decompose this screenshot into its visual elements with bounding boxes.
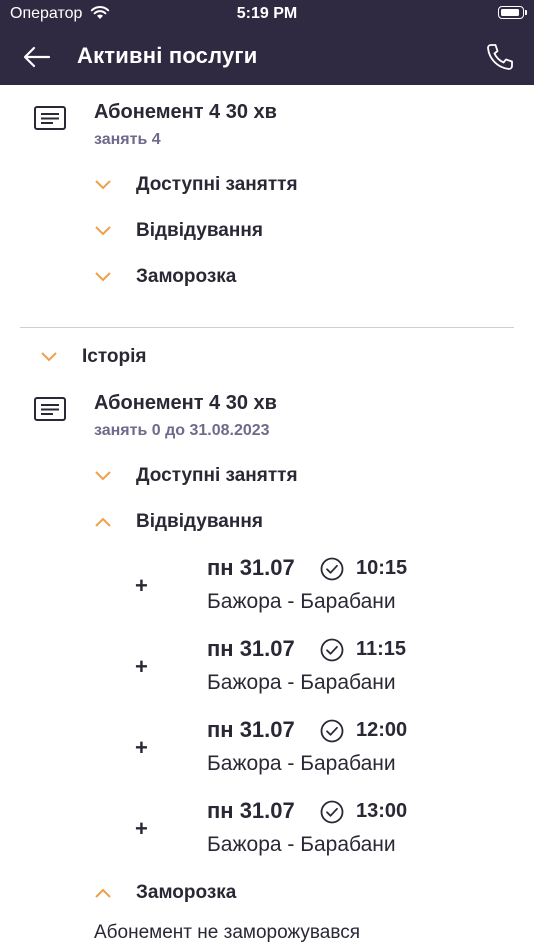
section-freeze[interactable]: Заморозка: [94, 262, 236, 292]
freeze-note: Абонемент не заморожувався: [94, 922, 360, 943]
expand-plus-icon[interactable]: +: [135, 573, 148, 599]
section-available-classes[interactable]: Доступні заняття: [94, 170, 298, 200]
navigation-bar: Активні послуги: [0, 28, 534, 85]
history-section-freeze[interactable]: Заморозка: [94, 878, 236, 908]
battery-icon: [498, 6, 527, 19]
history-subscription-title: Абонемент 4 30 хв: [94, 392, 277, 414]
section-label: Відвідування: [136, 511, 263, 532]
section-label: Доступні заняття: [136, 174, 298, 195]
visit-time: 12:00: [356, 719, 408, 741]
chevron-down-icon: [41, 352, 57, 362]
history-toggle[interactable]: Історія: [40, 342, 146, 372]
chevron-up-icon: [95, 888, 111, 898]
chevron-down-icon: [95, 272, 111, 282]
expand-plus-icon[interactable]: +: [135, 816, 148, 842]
chevron-up-icon: [95, 517, 111, 527]
expand-plus-icon[interactable]: +: [135, 654, 148, 680]
visit-name: Бажора - Барабани: [207, 590, 396, 613]
check-circle-icon: [320, 800, 344, 824]
section-label: Доступні заняття: [136, 465, 298, 486]
history-section-visits[interactable]: Відвідування: [94, 507, 263, 537]
visit-date: пн 31.07: [207, 555, 295, 580]
visit-date: пн 31.07: [207, 798, 295, 823]
subscription-info: занять 4: [94, 131, 161, 148]
document-icon: [34, 106, 66, 130]
visit-time: 13:00: [356, 800, 408, 822]
history-section-available-classes[interactable]: Доступні заняття: [94, 461, 298, 491]
check-circle-icon: [320, 719, 344, 743]
expand-plus-icon[interactable]: +: [135, 735, 148, 761]
page-title: Активні послуги: [77, 43, 258, 68]
visit-date: пн 31.07: [207, 717, 295, 742]
check-circle-icon: [320, 557, 344, 581]
visit-time: 11:15: [356, 638, 407, 660]
status-bar: Оператор 5:19 PM: [0, 0, 534, 28]
history-label: Історія: [82, 346, 147, 367]
section-label: Заморозка: [136, 266, 237, 287]
visit-name: Бажора - Барабани: [207, 752, 396, 775]
chevron-down-icon: [95, 226, 111, 236]
section-visits[interactable]: Відвідування: [94, 216, 263, 246]
visit-name: Бажора - Барабани: [207, 833, 396, 856]
history-subscription-info: занять 0 до 31.08.2023: [94, 422, 270, 439]
back-arrow-icon[interactable]: [22, 45, 52, 69]
chevron-down-icon: [95, 180, 111, 190]
visit-date: пн 31.07: [207, 636, 295, 661]
document-icon: [34, 397, 66, 421]
phone-icon[interactable]: [484, 41, 516, 73]
divider: [20, 327, 514, 328]
visit-name: Бажора - Барабани: [207, 671, 396, 694]
check-circle-icon: [320, 638, 344, 662]
section-label: Заморозка: [136, 882, 237, 903]
visit-time: 10:15: [356, 557, 408, 579]
section-label: Відвідування: [136, 220, 263, 241]
clock: 5:19 PM: [236, 5, 298, 22]
chevron-down-icon: [95, 471, 111, 481]
subscription-title: Абонемент 4 30 хв: [94, 101, 277, 123]
